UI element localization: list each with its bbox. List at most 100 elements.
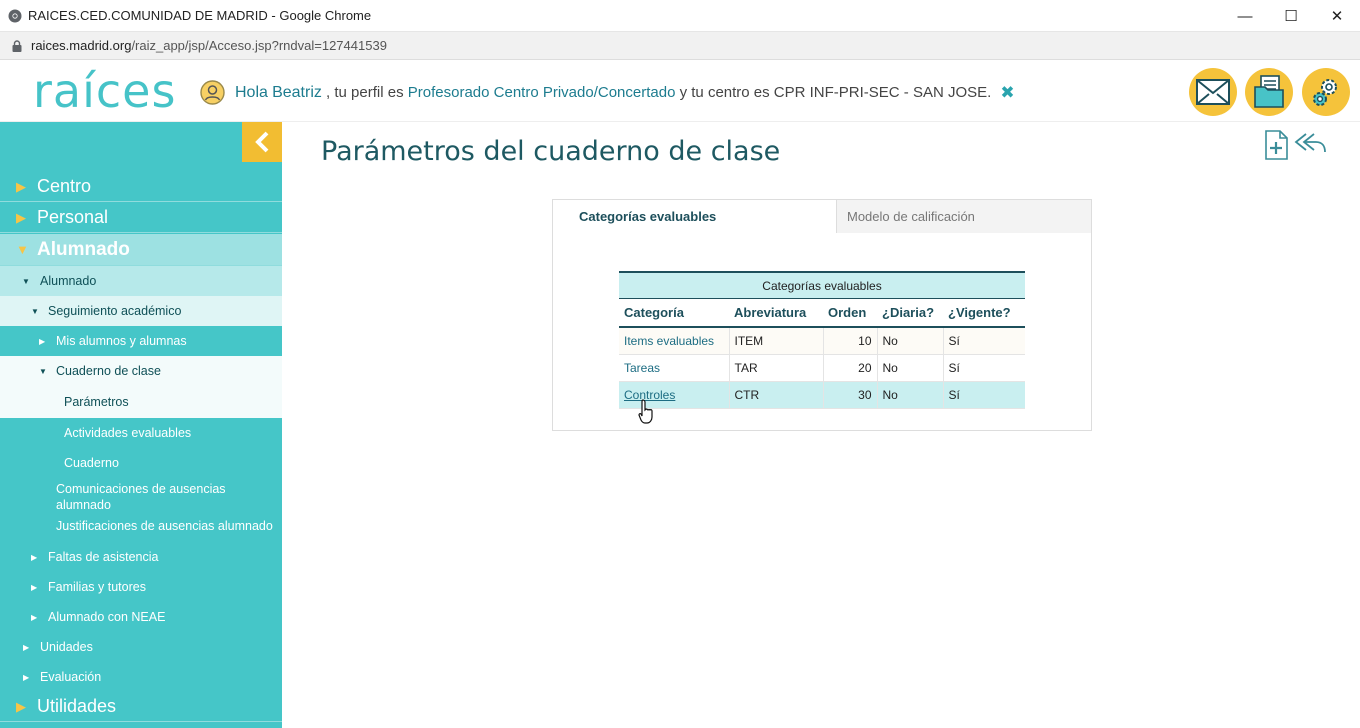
- sidebar: ▶ Centro ▶ Personal ▼ Alumnado ▼ Alumnad…: [0, 122, 282, 728]
- window-title: RAICES.CED.COMUNIDAD DE MADRID - Google …: [28, 8, 372, 23]
- sidebar-item-seguimiento[interactable]: ▼ Seguimiento académico: [0, 296, 282, 326]
- chrome-logo-icon: [8, 9, 22, 22]
- table-row[interactable]: Tareas TAR 20 No Sí: [619, 354, 1025, 382]
- lock-icon: [12, 39, 22, 52]
- cell-abreviatura: CTR: [728, 381, 823, 409]
- chevron-left-icon: [255, 131, 269, 153]
- sidebar-item-alumnado[interactable]: ▼ Alumnado: [0, 234, 282, 266]
- user-greeting: Hola Beatriz , tu perfil es Profesorado …: [200, 80, 1015, 105]
- triangle-down-icon: ▼: [16, 242, 29, 257]
- sidebar-item-actividades[interactable]: Actividades evaluables: [0, 418, 282, 448]
- cell-orden: 30: [822, 381, 877, 409]
- table-caption: Categorías evaluables: [619, 271, 1025, 299]
- table-header-row: Categoría Abreviatura Orden ¿Diaria? ¿Vi…: [619, 299, 1025, 328]
- tab-modelo-calificacion[interactable]: Modelo de calificación: [837, 200, 1091, 233]
- cell-vigente: Sí: [942, 381, 1025, 409]
- sidebar-item-label: Comunicaciones de ausencias alumnado: [56, 482, 226, 512]
- hand-cursor-icon: [638, 399, 653, 424]
- categories-table: Categorías evaluables Categoría Abreviat…: [619, 271, 1025, 409]
- sidebar-item-label: Justificaciones de ausencias alumnado: [56, 519, 273, 533]
- minimize-button[interactable]: —: [1222, 0, 1268, 32]
- back-reply-icon[interactable]: [1294, 130, 1328, 158]
- sidebar-item-label: Faltas de asistencia: [48, 550, 159, 564]
- column-header-diaria[interactable]: ¿Diaria?: [877, 299, 943, 328]
- sidebar-item-comunicaciones[interactable]: Comunicaciones de ausencias alumnado: [0, 478, 282, 516]
- sidebar-item-parametros[interactable]: Parámetros: [0, 386, 282, 418]
- sidebar-item-personal[interactable]: ▶ Personal: [0, 203, 282, 233]
- profile-link[interactable]: Profesorado Centro Privado/Concertado: [408, 84, 676, 101]
- cell-categoria[interactable]: Controles: [619, 381, 729, 409]
- raices-logo[interactable]: raíces: [33, 66, 175, 118]
- sidebar-item-utilidades[interactable]: ▶ Utilidades: [0, 692, 282, 722]
- column-header-orden[interactable]: Orden: [823, 299, 877, 328]
- settings-icon: [1313, 79, 1337, 106]
- cell-vigente: Sí: [942, 354, 1025, 382]
- triangle-right-icon: ▶: [16, 209, 26, 225]
- sidebar-item-label: Utilidades: [37, 696, 117, 716]
- sidebar-item-label: Unidades: [40, 640, 93, 654]
- close-window-button[interactable]: ✕: [1314, 0, 1360, 32]
- address-bar[interactable]: raices.madrid.org/raiz_app/jsp/Acceso.js…: [0, 32, 1360, 60]
- cell-abreviatura: TAR: [728, 354, 823, 382]
- messages-button[interactable]: [1189, 68, 1237, 116]
- column-header-abreviatura[interactable]: Abreviatura: [729, 299, 823, 328]
- sidebar-item-neae[interactable]: ▶ Alumnado con NEAE: [0, 602, 282, 632]
- tab-bar: Categorías evaluables Modelo de califica…: [553, 200, 1091, 233]
- table-row[interactable]: Items evaluables ITEM 10 No Sí: [619, 327, 1025, 355]
- triangle-right-icon: ▶: [23, 672, 30, 682]
- sidebar-item-cuaderno-clase[interactable]: ▼ Cuaderno de clase: [0, 356, 282, 386]
- sidebar-item-label: Alumnado con NEAE: [48, 610, 166, 624]
- sidebar-item-label: Alumnado: [37, 238, 130, 260]
- triangle-right-icon: ▶: [39, 336, 46, 346]
- browser-titlebar: RAICES.CED.COMUNIDAD DE MADRID - Google …: [0, 0, 1360, 32]
- triangle-right-icon: ▶: [23, 642, 30, 652]
- cell-diaria: No: [876, 327, 943, 355]
- maximize-button[interactable]: ☐: [1268, 0, 1314, 32]
- documents-button[interactable]: [1245, 68, 1293, 116]
- settings-button[interactable]: [1302, 68, 1350, 116]
- cell-diaria: No: [876, 381, 943, 409]
- sidebar-item-label: Cuaderno: [64, 456, 119, 470]
- collapse-sidebar-button[interactable]: [242, 122, 282, 162]
- column-header-categoria[interactable]: Categoría: [619, 299, 729, 328]
- triangle-down-icon: ▼: [39, 366, 47, 376]
- sidebar-item-centro[interactable]: ▶ Centro: [0, 172, 282, 202]
- tab-categorias-evaluables[interactable]: Categorías evaluables: [553, 200, 837, 233]
- url-text[interactable]: raices.madrid.org/raiz_app/jsp/Acceso.js…: [31, 38, 387, 53]
- sidebar-item-label: Personal: [37, 207, 109, 227]
- sidebar-item-label: Alumnado: [40, 274, 97, 288]
- triangle-down-icon: ▼: [22, 276, 30, 286]
- page-actions: [1264, 130, 1328, 160]
- page-title: Parámetros del cuaderno de clase: [321, 136, 781, 167]
- user-name: Beatriz: [272, 83, 322, 101]
- column-header-vigente[interactable]: ¿Vigente?: [943, 299, 1025, 328]
- sidebar-item-familias[interactable]: ▶ Familias y tutores: [0, 572, 282, 602]
- center-text: y tu centro es CPR INF-PRI-SEC - SAN JOS…: [679, 84, 992, 101]
- cell-abreviatura: ITEM: [728, 327, 823, 355]
- sidebar-item-justificaciones[interactable]: Justificaciones de ausencias alumnado: [0, 516, 282, 536]
- sidebar-item-label: Evaluación: [40, 670, 102, 684]
- cell-vigente: Sí: [942, 327, 1025, 355]
- sidebar-item-faltas[interactable]: ▶ Faltas de asistencia: [0, 542, 282, 572]
- greeting-prefix: Hola: [235, 83, 268, 101]
- sidebar-item-evaluacion[interactable]: ▶ Evaluación: [0, 662, 282, 692]
- triangle-right-icon: ▶: [31, 612, 38, 622]
- sidebar-item-unidades[interactable]: ▶ Unidades: [0, 632, 282, 662]
- new-document-icon[interactable]: [1264, 130, 1290, 160]
- sidebar-item-label: Actividades evaluables: [64, 426, 192, 440]
- sidebar-item-alumnado-sub[interactable]: ▼ Alumnado: [0, 266, 282, 296]
- envelope-icon: [1196, 79, 1230, 105]
- sidebar-item-mis-alumnos[interactable]: ▶ Mis alumnos y alumnas: [0, 326, 282, 356]
- triangle-right-icon: ▶: [31, 552, 38, 562]
- table-row-selected[interactable]: Controles CTR 30 No Sí: [619, 381, 1025, 409]
- cell-categoria[interactable]: Items evaluables: [619, 327, 729, 355]
- sidebar-item-cuaderno[interactable]: Cuaderno: [0, 448, 282, 478]
- cell-orden: 10: [822, 327, 877, 355]
- close-session-icon[interactable]: ✖: [1000, 83, 1014, 103]
- sidebar-item-label: Mis alumnos y alumnas: [56, 334, 187, 348]
- user-avatar-icon: [200, 80, 225, 105]
- cell-categoria[interactable]: Tareas: [619, 354, 729, 382]
- sidebar-item-label: Cuaderno de clase: [56, 364, 161, 378]
- sidebar-item-label: Centro: [37, 176, 92, 196]
- cell-diaria: No: [876, 354, 943, 382]
